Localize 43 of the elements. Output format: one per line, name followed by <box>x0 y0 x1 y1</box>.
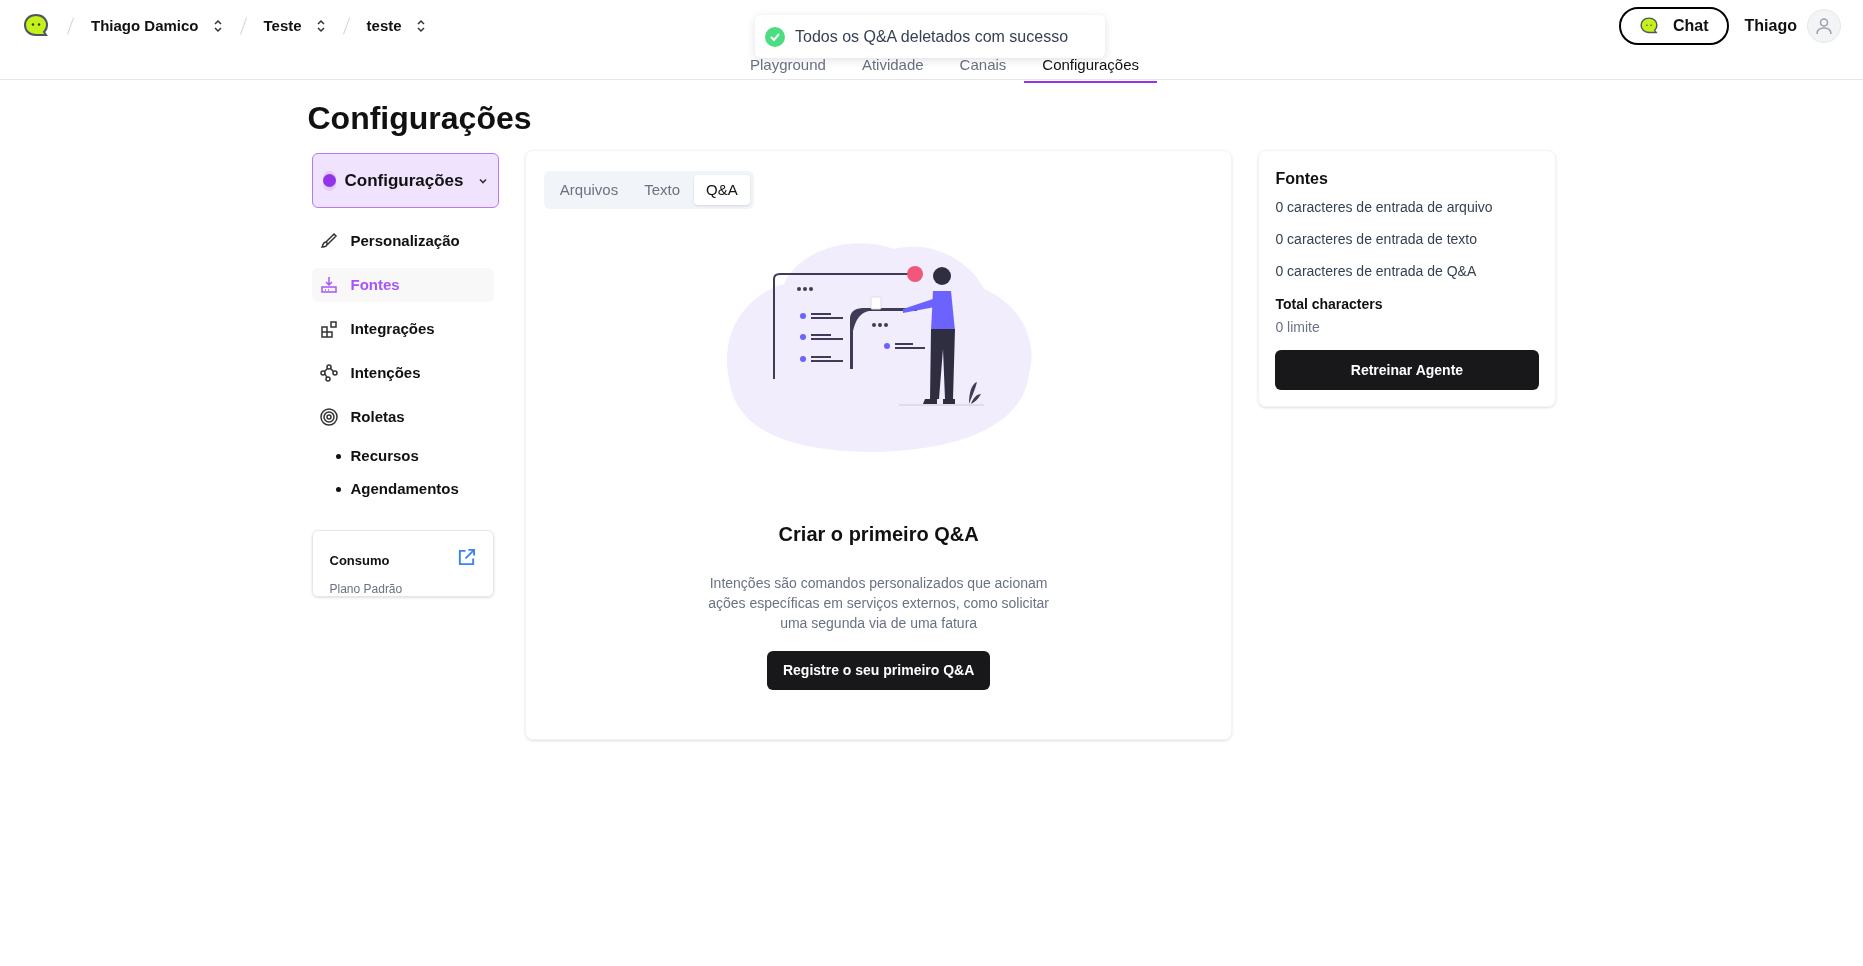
blocks-icon <box>318 319 339 339</box>
plan-name: Plano Padrão <box>329 581 404 598</box>
toast-message: Todos os Q&A deletados com sucesso <box>795 26 1069 47</box>
external-link-icon[interactable] <box>456 548 476 567</box>
sidebar-subitem[interactable]: Agendamentos <box>311 477 502 501</box>
section-dropdown[interactable]: Configurações <box>311 153 499 208</box>
target-icon <box>318 407 339 427</box>
retrain-button[interactable]: Retreinar Agente <box>1275 350 1539 390</box>
sources-title: Fontes <box>1275 169 1329 189</box>
sidebar-item[interactable]: Roletas <box>311 400 494 434</box>
tab[interactable]: Texto <box>632 175 693 205</box>
breadcrumb-link[interactable]: teste <box>366 14 402 38</box>
chevron-updown-icon[interactable] <box>415 19 426 33</box>
register-qa-button[interactable]: Registre o seu primeiro Q&A <box>766 651 991 690</box>
sidebar-item[interactable]: Personalização <box>311 224 494 258</box>
download-tray-icon <box>318 275 339 295</box>
sidebar-item[interactable]: Integrações <box>311 312 494 346</box>
source-count: 0 caracteres de entrada de Q&A <box>1275 262 1478 281</box>
page-title: Configurações <box>307 99 533 138</box>
usage-title: Consumo <box>329 553 390 568</box>
source-count: 0 caracteres de entrada de arquivo <box>1275 198 1494 217</box>
bullet-icon <box>335 486 341 492</box>
tab[interactable]: Arquivos <box>547 175 631 205</box>
empty-state-description: Intenções são comandos personalizados que acionam ações específicas em serviços externos, como solicitar uma segunda via de uma fatura <box>707 574 1051 633</box>
tab[interactable]: Q&A <box>694 175 750 205</box>
nodes-icon <box>318 363 339 383</box>
empty-state-title: Criar o primeiro Q&A <box>778 522 979 547</box>
total-value: 0 limite <box>1275 318 1321 337</box>
chevron-updown-icon[interactable] <box>212 19 223 33</box>
source-count: 0 caracteres de entrada de texto <box>1275 230 1478 249</box>
total-label: Total characters <box>1275 295 1384 314</box>
chevron-updown-icon[interactable] <box>315 19 326 33</box>
user-name: Thiago <box>1744 16 1797 36</box>
sidebar-subitem[interactable]: Recursos <box>311 444 502 468</box>
check-circle-icon <box>765 26 785 47</box>
brush-icon <box>318 231 339 251</box>
breadcrumb-link[interactable]: Thiago Damico <box>91 14 199 38</box>
bullet-icon <box>335 453 341 459</box>
chat-bubble-icon <box>1639 16 1659 36</box>
breadcrumb-link[interactable]: Teste <box>263 14 302 38</box>
sidebar-item[interactable]: Fontes <box>311 268 494 302</box>
sidebar-item[interactable]: Intenções <box>311 356 494 390</box>
chat-button[interactable]: Chat <box>1619 7 1729 45</box>
